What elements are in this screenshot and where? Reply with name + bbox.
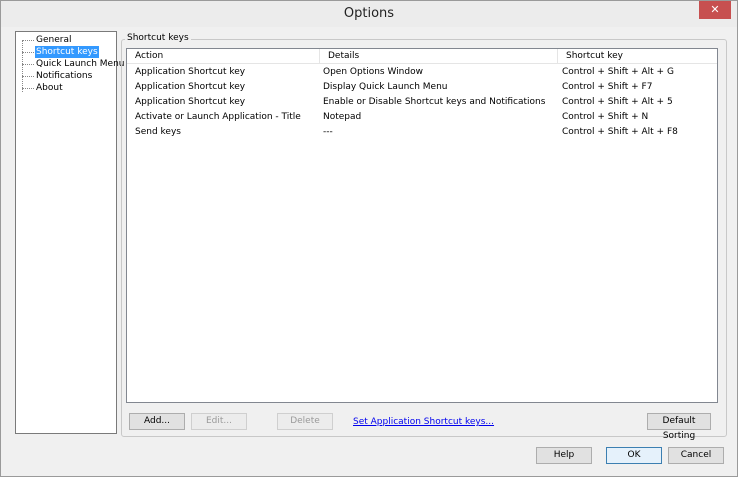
add-button[interactable]: Add... (129, 413, 185, 430)
group-title: Shortcut keys (125, 33, 191, 43)
cell-action: Application Shortcut key (135, 97, 246, 107)
cancel-button[interactable]: Cancel (668, 447, 724, 464)
tree-item-general[interactable]: General (22, 34, 72, 46)
help-button[interactable]: Help (536, 447, 592, 464)
cell-action: Send keys (135, 127, 181, 137)
list-header: Action Details Shortcut key (127, 49, 717, 64)
options-window: Options ✕ General Shortcut keys Quick La… (0, 0, 738, 477)
table-row[interactable]: Application Shortcut key Open Options Wi… (127, 65, 717, 80)
cell-details: Enable or Disable Shortcut keys and Noti… (323, 97, 546, 107)
tree-item-about[interactable]: About (22, 82, 64, 94)
cell-shortcut-key: Control + Shift + N (562, 112, 649, 122)
window-title: Options (343, 6, 395, 21)
cell-shortcut-key: Control + Shift + F7 (562, 82, 653, 92)
cell-action: Activate or Launch Application - Title (135, 112, 301, 122)
table-row[interactable]: Application Shortcut key Enable or Disab… (127, 95, 717, 110)
cell-action: Application Shortcut key (135, 67, 246, 77)
tree-branch (22, 75, 34, 77)
cell-action: Application Shortcut key (135, 82, 246, 92)
tree-branch (22, 87, 34, 89)
tree-item-quick-launch-menu[interactable]: Quick Launch Menu (22, 58, 125, 70)
cell-details: Display Quick Launch Menu (323, 82, 448, 92)
tree-branch (22, 39, 34, 41)
set-application-shortcut-keys-link[interactable]: Set Application Shortcut keys... (353, 417, 494, 427)
column-header-action[interactable]: Action (127, 49, 320, 64)
tree-item-label: General (36, 35, 72, 45)
tree-item-shortcut-keys[interactable]: Shortcut keys (22, 46, 99, 58)
edit-button[interactable]: Edit... (191, 413, 247, 430)
shortcut-list[interactable]: Action Details Shortcut key Application … (126, 48, 718, 403)
cell-details: Open Options Window (323, 67, 423, 77)
tree-item-label: Notifications (36, 71, 93, 81)
options-tree[interactable]: General Shortcut keys Quick Launch Menu … (15, 31, 124, 434)
cell-shortcut-key: Control + Shift + Alt + 5 (562, 97, 673, 107)
table-row[interactable]: Application Shortcut key Display Quick L… (127, 80, 717, 95)
tree-item-label: About (36, 83, 63, 93)
tree-item-label: Quick Launch Menu (36, 59, 125, 69)
cell-shortcut-key: Control + Shift + Alt + F8 (562, 127, 678, 137)
tree-item-notifications[interactable]: Notifications (22, 70, 93, 82)
tree-item-label: Shortcut keys (35, 46, 99, 58)
cell-details: --- (323, 127, 333, 137)
default-sorting-button[interactable]: Default Sorting (647, 413, 711, 441)
cell-details: Notepad (323, 112, 362, 122)
close-icon[interactable]: ✕ (699, 1, 731, 19)
delete-button[interactable]: Delete (277, 413, 333, 430)
column-header-shortcut-key[interactable]: Shortcut key (558, 49, 717, 64)
table-row[interactable]: Send keys --- Control + Shift + Alt + F8 (127, 125, 717, 140)
column-header-details[interactable]: Details (320, 49, 558, 64)
cell-shortcut-key: Control + Shift + Alt + G (562, 67, 674, 77)
title-bar[interactable]: Options ✕ (1, 1, 737, 27)
ok-button[interactable]: OK (606, 447, 662, 464)
tree-branch (22, 51, 34, 53)
tree-branch (22, 63, 34, 65)
table-row[interactable]: Activate or Launch Application - Title N… (127, 110, 717, 125)
